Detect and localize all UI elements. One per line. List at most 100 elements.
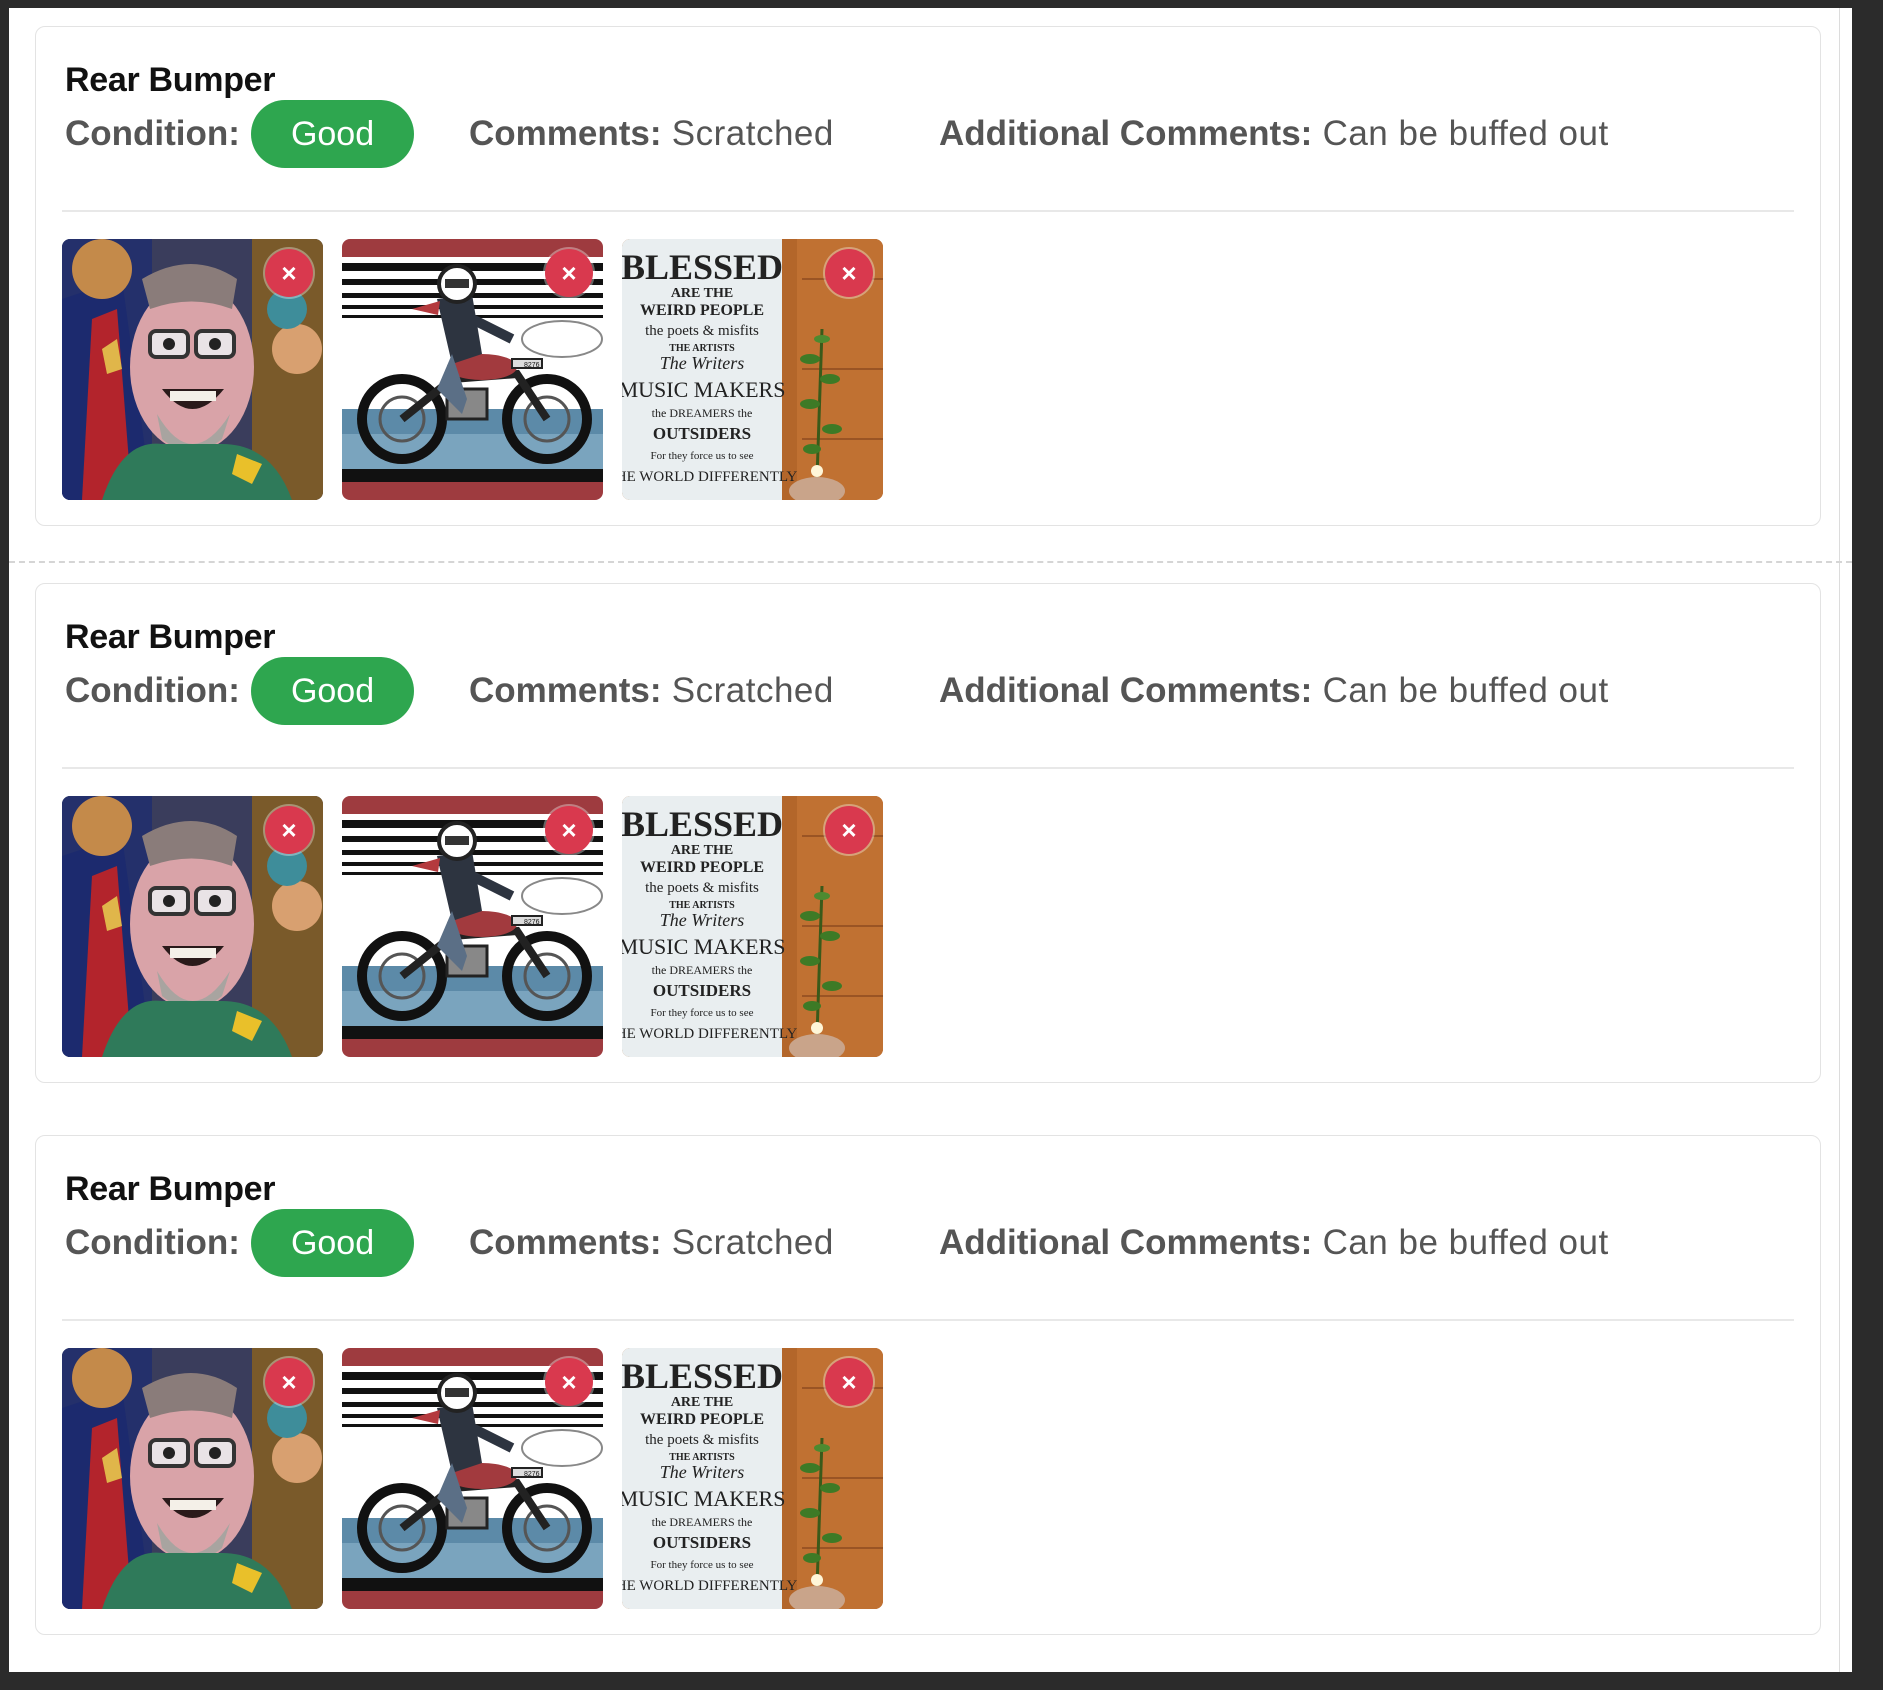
comments-value: Scratched [662,671,834,711]
sign-line1: BLESSED [622,804,783,844]
remove-photo-button[interactable]: × [825,249,873,297]
condition-field: Condition: Good [65,656,415,726]
additional-comments-value-text: Can be buffed out [1322,114,1609,153]
condition-badge: Good [250,657,415,725]
sign-line10: For they force us to see [651,450,754,462]
blessed-sign-photo[interactable]: BLESSED ARE THE WEIRD PEOPLE the poets &… [622,796,883,1057]
remove-photo-button[interactable]: × [545,1358,593,1406]
card-title: Rear Bumper [65,61,276,99]
close-icon: × [281,257,297,288]
sign-line7: MUSIC MAKERS [622,934,785,959]
comments-field: Comments: Scratched [469,656,834,726]
condition-label: Condition: [65,1223,240,1262]
sign-line4: the poets & misfits [645,323,759,339]
sign-line3: WEIRD PEOPLE [640,859,764,876]
remove-photo-button[interactable]: × [825,806,873,854]
condition-label: Condition: [65,671,240,710]
condition-badge: Good [250,100,415,168]
remove-photo-button[interactable]: × [545,249,593,297]
comments-value: Scratched [662,1223,834,1263]
sign-line4: the poets & misfits [645,880,759,896]
sign-line6: The Writers [660,910,745,930]
portrait-photo[interactable]: × [62,239,323,500]
sign-line6: The Writers [660,353,745,373]
page-content: Rear Bumper Condition: Good Comments: Sc… [9,8,1852,1672]
blessed-sign-photo[interactable]: BLESSED ARE THE WEIRD PEOPLE the poets &… [622,239,883,500]
plate-text: 8276 [524,1471,540,1478]
sign-line6: The Writers [660,1462,745,1482]
sign-line11: THE WORLD DIFFERENTLY [622,1026,798,1042]
sign-line1: BLESSED [622,1356,783,1396]
additional-comments-label: Additional Comments: [939,1223,1313,1262]
sign-line9: OUTSIDERS [653,1533,751,1552]
additional-comments-field: Additional Comments: Can be buffed out [939,1208,1609,1278]
remove-photo-button[interactable]: × [545,806,593,854]
sign-line8: the DREAMERS the [652,406,753,420]
comments-value-text: Scratched [671,1223,834,1262]
sign-line8: the DREAMERS the [652,1515,753,1529]
card-divider [62,1319,1794,1321]
damage-card: Rear Bumper Condition: Good Comments: Sc… [35,26,1821,526]
photo-gallery: × 8276 × BLESSED ARE THE WEIRD PEOPLE th… [62,796,883,1057]
motorcycle-photo[interactable]: 8276 × [342,239,603,500]
portrait-photo[interactable]: × [62,796,323,1057]
details-row: Condition: Good Comments: Scratched Addi… [65,1208,1765,1278]
comments-value-text: Scratched [671,671,834,710]
sign-line10: For they force us to see [651,1007,754,1019]
sign-line2: ARE THE [671,286,733,301]
sign-line9: OUTSIDERS [653,981,751,1000]
damage-card: Rear Bumper Condition: Good Comments: Sc… [35,583,1821,1083]
sign-line10: For they force us to see [651,1559,754,1571]
blessed-sign-photo[interactable]: BLESSED ARE THE WEIRD PEOPLE the poets &… [622,1348,883,1609]
motorcycle-photo[interactable]: 8276 × [342,1348,603,1609]
close-icon: × [281,814,297,845]
additional-comments-value: Can be buffed out [1312,671,1609,711]
remove-photo-button[interactable]: × [825,1358,873,1406]
close-icon: × [561,257,577,288]
sign-line4: the poets & misfits [645,1432,759,1448]
additional-comments-value: Can be buffed out [1312,1223,1609,1263]
additional-comments-value-text: Can be buffed out [1322,671,1609,710]
sign-line2: ARE THE [671,843,733,858]
card-title: Rear Bumper [65,1170,276,1208]
sign-line2: ARE THE [671,1395,733,1410]
comments-field: Comments: Scratched [469,99,834,169]
plate-text: 8276 [524,919,540,926]
close-icon: × [841,257,857,288]
additional-comments-label: Additional Comments: [939,114,1313,153]
close-icon: × [561,1366,577,1397]
motorcycle-photo[interactable]: 8276 × [342,796,603,1057]
remove-photo-button[interactable]: × [265,1358,313,1406]
sign-line3: WEIRD PEOPLE [640,302,764,319]
close-icon: × [841,814,857,845]
close-icon: × [561,814,577,845]
condition-field: Condition: Good [65,1208,415,1278]
photo-gallery: × 8276 × BLESSED ARE THE WEIRD PEOPLE th… [62,1348,883,1609]
sign-line7: MUSIC MAKERS [622,1486,785,1511]
additional-comments-label: Additional Comments: [939,671,1313,710]
card-divider [62,767,1794,769]
additional-comments-field: Additional Comments: Can be buffed out [939,99,1609,169]
sign-line11: THE WORLD DIFFERENTLY [622,1578,798,1594]
dashed-separator [9,561,1852,563]
details-row: Condition: Good Comments: Scratched Addi… [65,656,1765,726]
sign-line3: WEIRD PEOPLE [640,1411,764,1428]
remove-photo-button[interactable]: × [265,806,313,854]
comments-value: Scratched [662,114,834,154]
condition-label: Condition: [65,114,240,153]
comments-label: Comments: [469,671,662,710]
sign-line8: the DREAMERS the [652,963,753,977]
comments-value-text: Scratched [671,114,834,153]
comments-label: Comments: [469,114,662,153]
additional-comments-field: Additional Comments: Can be buffed out [939,656,1609,726]
details-row: Condition: Good Comments: Scratched Addi… [65,99,1765,169]
card-divider [62,210,1794,212]
plate-text: 8276 [524,362,540,369]
portrait-photo[interactable]: × [62,1348,323,1609]
scrollbar-track[interactable] [1839,8,1840,1672]
comments-label: Comments: [469,1223,662,1262]
card-title: Rear Bumper [65,618,276,656]
condition-badge: Good [250,1209,415,1277]
photo-gallery: × 8276 × BLESSED ARE THE WEIRD PEOPLE th… [62,239,883,500]
remove-photo-button[interactable]: × [265,249,313,297]
